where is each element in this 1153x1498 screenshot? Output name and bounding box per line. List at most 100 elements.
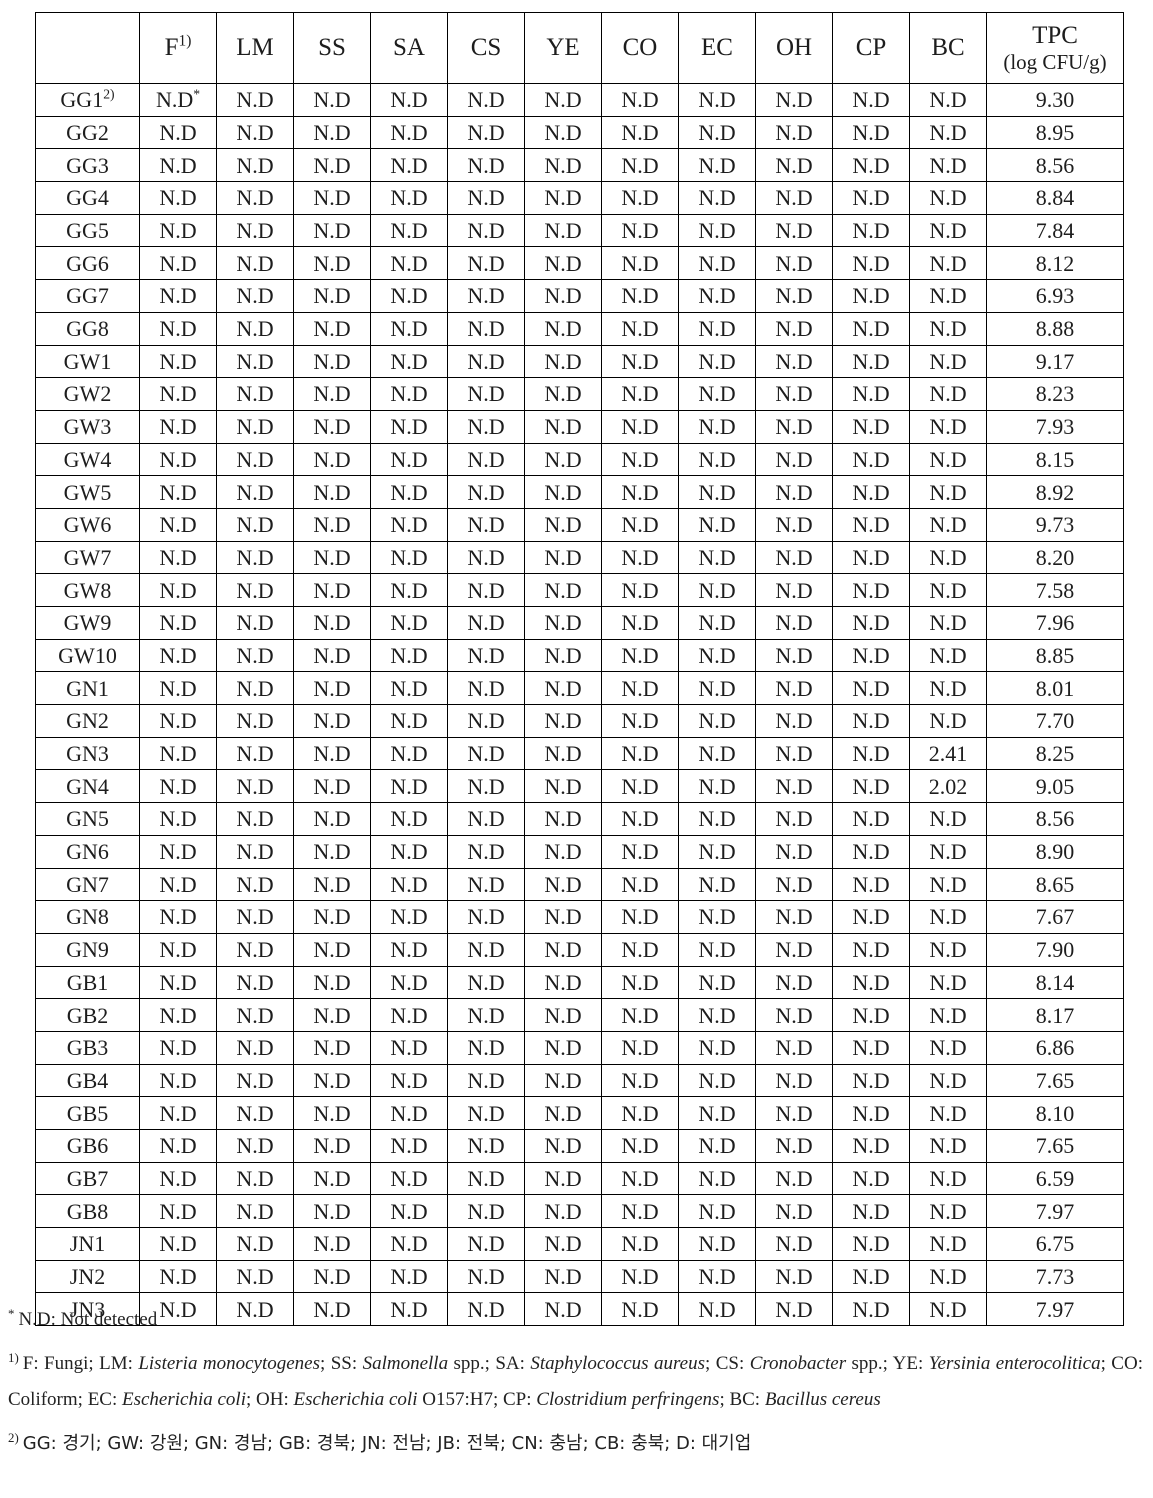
- footnote-abbreviations-text: F: Fungi; LM: Listeria monocytogenes; SS…: [8, 1353, 1143, 1410]
- result-cell-co: N.D: [601, 802, 679, 836]
- result-cell-co: N.D: [601, 1063, 679, 1098]
- column-header-co: CO: [601, 12, 679, 84]
- result-cell-cp: N.D: [832, 1259, 910, 1294]
- result-cell-ec: N.D: [678, 736, 756, 771]
- footnote-marker-two: 2): [8, 1429, 19, 1445]
- tpc-value-cell: 8.01: [986, 671, 1124, 706]
- table-row: GB2 N.D N.D N.D N.D N.D N.D N.D N.D N.D N.D N.D 8.17: [35, 998, 1124, 1032]
- sample-label-cell: GN9: [35, 932, 140, 967]
- result-cell-co: N.D: [601, 181, 679, 215]
- result-cell-cs: N.D: [447, 736, 525, 771]
- result-cell-cp: N.D: [832, 442, 910, 477]
- result-cell-co: N.D: [601, 834, 679, 869]
- tpc-value-cell: 7.97: [986, 1194, 1124, 1229]
- result-cell-cp: N.D: [832, 1129, 910, 1163]
- result-cell-co: N.D: [601, 442, 679, 477]
- result-cell-ec: N.D: [678, 148, 756, 183]
- result-cell-lm: N.D: [216, 540, 294, 575]
- result-cell-ss: N.D: [293, 573, 371, 607]
- table-row: GB7 N.D N.D N.D N.D N.D N.D N.D N.D N.D N.D N.D 6.59: [35, 1161, 1124, 1196]
- result-cell-ss: N.D: [293, 867, 371, 902]
- result-cell-ec: N.D: [678, 769, 756, 804]
- result-cell-ye: N.D: [524, 606, 602, 640]
- tpc-value-cell: 8.10: [986, 1096, 1124, 1130]
- result-cell-cs: N.D: [447, 573, 525, 607]
- result-cell-sa: N.D: [370, 965, 448, 1000]
- result-cell-sa: N.D: [370, 1161, 448, 1196]
- footnote-not-detected: * N.D: Not detected: [8, 1302, 1148, 1338]
- table-row: GW6 N.D N.D N.D N.D N.D N.D N.D N.D N.D N.D N.D 9.73: [35, 507, 1124, 542]
- sample-label-cell: GG12): [35, 83, 140, 117]
- result-cell-cp: N.D: [832, 736, 910, 771]
- result-cell-cp: N.D: [832, 83, 910, 117]
- sample-label-cell: GN8: [35, 900, 140, 934]
- result-cell-cs: N.D: [447, 834, 525, 869]
- result-cell-co: N.D: [601, 1030, 679, 1065]
- result-cell-sa: N.D: [370, 181, 448, 215]
- result-cell-ye: N.D: [524, 213, 602, 248]
- tpc-value-cell: 7.65: [986, 1129, 1124, 1163]
- table-row: GW7 N.D N.D N.D N.D N.D N.D N.D N.D N.D N.D N.D 8.20: [35, 540, 1124, 575]
- result-cell-ss: N.D: [293, 1194, 371, 1229]
- sample-footnote-marker: 2): [103, 86, 115, 102]
- result-cell-oh: N.D: [755, 736, 833, 771]
- result-cell-co: N.D: [601, 573, 679, 607]
- result-cell-ss: N.D: [293, 279, 371, 313]
- result-cell-ec: N.D: [678, 1096, 756, 1130]
- sample-label-cell: GG4: [35, 181, 140, 215]
- result-cell-lm: N.D: [216, 900, 294, 934]
- result-cell-ec: N.D: [678, 932, 756, 967]
- result-cell-ye: N.D: [524, 867, 602, 902]
- result-cell-f: N.D: [139, 507, 217, 542]
- result-cell-lm: N.D: [216, 311, 294, 346]
- result-cell-ec: N.D: [678, 1227, 756, 1261]
- species-name: Yersinia enterocolitica: [928, 1353, 1101, 1374]
- result-cell-lm: N.D: [216, 573, 294, 607]
- column-header-f: F1): [139, 12, 217, 84]
- result-cell-oh: N.D: [755, 671, 833, 706]
- table-row: GG4 N.D N.D N.D N.D N.D N.D N.D N.D N.D N.D N.D 8.84: [35, 181, 1124, 215]
- sample-label-cell: GW10: [35, 638, 140, 673]
- result-cell-ec: N.D: [678, 1063, 756, 1098]
- footnote-marker-asterisk: *: [8, 1305, 15, 1321]
- result-cell-f: N.D: [139, 1194, 217, 1229]
- table-row: GW2 N.D N.D N.D N.D N.D N.D N.D N.D N.D N.D N.D 8.23: [35, 377, 1124, 411]
- result-cell-lm: N.D: [216, 83, 294, 117]
- result-cell-cs: N.D: [447, 83, 525, 117]
- sample-label-cell: GB7: [35, 1161, 140, 1196]
- result-cell-oh: N.D: [755, 1030, 833, 1065]
- result-cell-sa: N.D: [370, 1030, 448, 1065]
- result-cell-cp: N.D: [832, 475, 910, 509]
- result-cell-lm: N.D: [216, 606, 294, 640]
- result-cell-f: N.D: [139, 377, 217, 411]
- table-row: GW9 N.D N.D N.D N.D N.D N.D N.D N.D N.D N.D N.D 7.96: [35, 606, 1124, 640]
- result-cell-oh: N.D: [755, 475, 833, 509]
- result-cell-f: N.D: [139, 540, 217, 575]
- result-cell-ss: N.D: [293, 115, 371, 150]
- result-cell-ec: N.D: [678, 606, 756, 640]
- table-row: GB3 N.D N.D N.D N.D N.D N.D N.D N.D N.D N.D N.D 6.86: [35, 1030, 1124, 1065]
- result-cell-co: N.D: [601, 540, 679, 575]
- table-row: GN6 N.D N.D N.D N.D N.D N.D N.D N.D N.D N.D N.D 8.90: [35, 834, 1124, 869]
- result-cell-ec: N.D: [678, 409, 756, 444]
- result-cell-ss: N.D: [293, 1096, 371, 1130]
- result-cell-ec: N.D: [678, 671, 756, 706]
- result-cell-cs: N.D: [447, 1096, 525, 1130]
- result-cell-cp: N.D: [832, 115, 910, 150]
- table-row: GW1 N.D N.D N.D N.D N.D N.D N.D N.D N.D N.D N.D 9.17: [35, 344, 1124, 379]
- result-cell-ec: N.D: [678, 181, 756, 215]
- result-cell-ss: N.D: [293, 1129, 371, 1163]
- result-cell-oh: N.D: [755, 377, 833, 411]
- result-cell-ss: N.D: [293, 802, 371, 836]
- result-cell-cp: N.D: [832, 998, 910, 1032]
- result-cell-ec: N.D: [678, 507, 756, 542]
- result-cell-ye: N.D: [524, 442, 602, 477]
- result-cell-cs: N.D: [447, 311, 525, 346]
- tpc-value-cell: 9.30: [986, 83, 1124, 117]
- result-cell-co: N.D: [601, 507, 679, 542]
- result-cell-ss: N.D: [293, 148, 371, 183]
- sample-label-cell: GW8: [35, 573, 140, 607]
- result-cell-oh: N.D: [755, 900, 833, 934]
- result-cell-cs: N.D: [447, 279, 525, 313]
- sample-label-cell: GW5: [35, 475, 140, 509]
